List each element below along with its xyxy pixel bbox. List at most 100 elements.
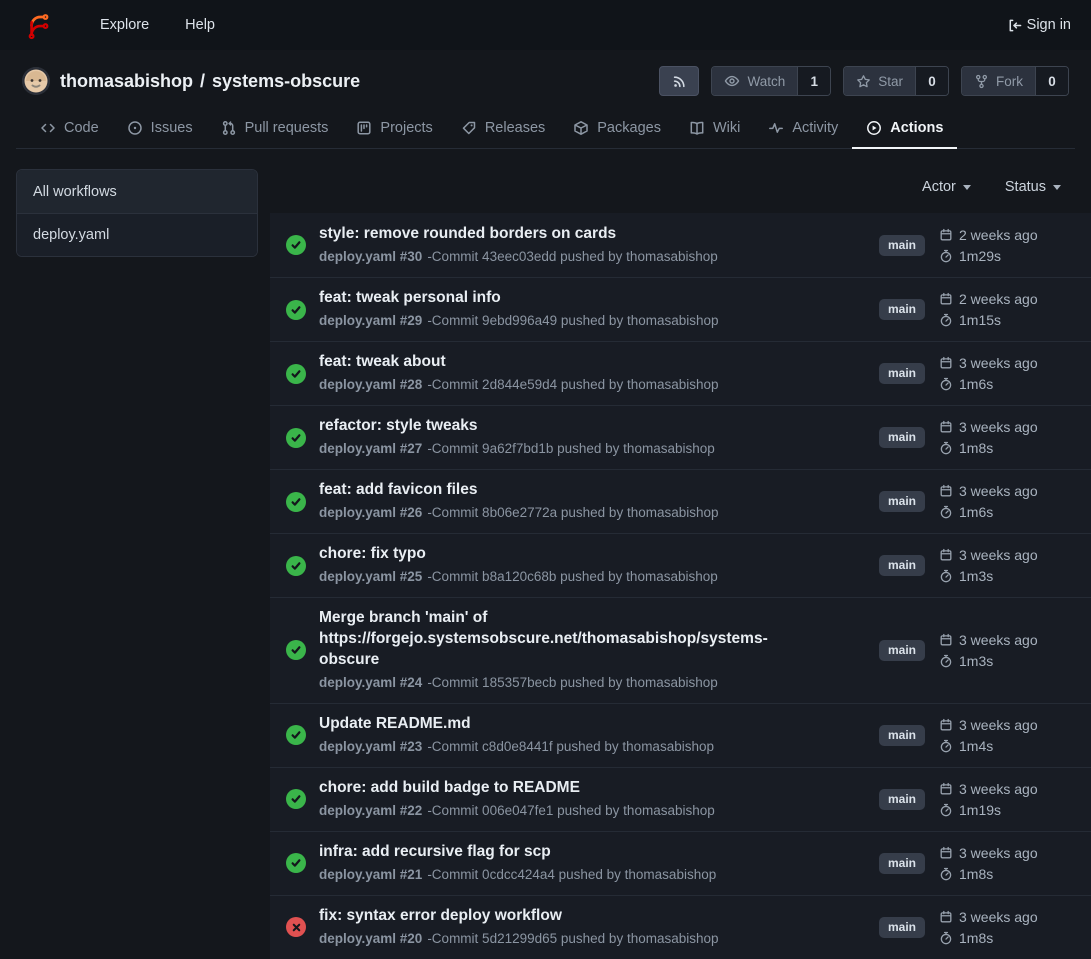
run-title-link[interactable]: Merge branch 'main' of https://forgejo.s… — [319, 608, 809, 671]
run-meta: 3 weeks ago 1m6s — [939, 483, 1075, 520]
tab-wiki[interactable]: Wiki — [675, 110, 754, 149]
run-meta: 3 weeks ago 1m3s — [939, 632, 1075, 669]
tab-actions[interactable]: Actions — [852, 110, 957, 149]
actor-filter-label: Actor — [922, 179, 956, 195]
repo-name-link[interactable]: systems-obscure — [212, 71, 360, 92]
run-title-link[interactable]: feat: tweak about — [319, 352, 809, 373]
run-row: chore: fix typo deploy.yaml #25-Commit b… — [270, 533, 1091, 597]
repo-header: thomasabishop / systems-obscure — [0, 50, 1091, 149]
run-commit-text: -Commit 43eec03edd pushed by thomasabish… — [427, 249, 717, 264]
tab-packages-label: Packages — [597, 120, 661, 136]
watch-button[interactable]: Watch — [712, 67, 797, 95]
calendar-icon — [939, 633, 953, 647]
branch-badge[interactable]: main — [879, 427, 925, 448]
forgejo-logo-icon[interactable] — [22, 9, 54, 41]
run-date-line: 3 weeks ago — [939, 483, 1075, 499]
code-icon — [40, 120, 56, 136]
branch-badge[interactable]: main — [879, 853, 925, 874]
branch-badge[interactable]: main — [879, 789, 925, 810]
run-duration-line: 1m6s — [939, 504, 1075, 520]
rss-button[interactable] — [659, 66, 699, 96]
run-ref-link[interactable]: deploy.yaml #26 — [319, 505, 422, 520]
success-icon — [286, 235, 306, 255]
run-duration-line: 1m8s — [939, 440, 1075, 456]
fork-count[interactable]: 0 — [1035, 67, 1068, 95]
run-title-link[interactable]: feat: tweak personal info — [319, 288, 809, 309]
tab-projects[interactable]: Projects — [342, 110, 446, 149]
watch-count[interactable]: 1 — [797, 67, 830, 95]
run-subtitle: deploy.yaml #23-Commit c8d0e8441f pushed… — [319, 738, 859, 757]
tab-packages[interactable]: Packages — [559, 110, 675, 149]
run-ref-link[interactable]: deploy.yaml #27 — [319, 441, 422, 456]
run-duration: 1m6s — [959, 504, 993, 520]
workflow-sidebar: All workflows deploy.yaml — [16, 169, 258, 257]
branch-badge[interactable]: main — [879, 725, 925, 746]
chevron-down-icon — [963, 185, 971, 190]
repo-owner-link[interactable]: thomasabishop — [60, 71, 193, 92]
star-button[interactable]: Star — [844, 67, 915, 95]
nav-link-explore[interactable]: Explore — [82, 17, 167, 33]
run-ref-link[interactable]: deploy.yaml #25 — [319, 569, 422, 584]
stopwatch-icon — [939, 931, 953, 945]
project-board-icon — [356, 120, 372, 136]
tab-pull-requests[interactable]: Pull requests — [207, 110, 343, 149]
pull-request-icon — [221, 120, 237, 136]
run-duration-line: 1m3s — [939, 653, 1075, 669]
run-ref-link[interactable]: deploy.yaml #29 — [319, 313, 422, 328]
branch-badge[interactable]: main — [879, 235, 925, 256]
run-duration: 1m29s — [959, 248, 1001, 264]
run-title-link[interactable]: fix: syntax error deploy workflow — [319, 906, 809, 927]
fork-button[interactable]: Fork — [962, 67, 1035, 95]
fork-label: Fork — [996, 74, 1023, 89]
tab-code[interactable]: Code — [26, 110, 113, 149]
run-meta: 3 weeks ago 1m19s — [939, 781, 1075, 818]
rss-icon — [672, 74, 687, 89]
run-date-line: 3 weeks ago — [939, 909, 1075, 925]
branch-badge[interactable]: main — [879, 640, 925, 661]
repo-action-buttons: Watch 1 Star 0 — [659, 66, 1069, 96]
run-ref-link[interactable]: deploy.yaml #22 — [319, 803, 422, 818]
run-ref-link[interactable]: deploy.yaml #20 — [319, 931, 422, 946]
run-ref-link[interactable]: deploy.yaml #21 — [319, 867, 422, 882]
run-ref-link[interactable]: deploy.yaml #24 — [319, 675, 422, 690]
run-title-link[interactable]: chore: fix typo — [319, 544, 809, 565]
tab-issues-label: Issues — [151, 120, 193, 136]
run-ref-link[interactable]: deploy.yaml #28 — [319, 377, 422, 392]
run-duration-line: 1m4s — [939, 738, 1075, 754]
run-title-link[interactable]: feat: add favicon files — [319, 480, 809, 501]
branch-badge[interactable]: main — [879, 299, 925, 320]
run-title-link[interactable]: style: remove rounded borders on cards — [319, 224, 809, 245]
run-ref-link[interactable]: deploy.yaml #30 — [319, 249, 422, 264]
actor-filter-dropdown[interactable]: Actor — [922, 179, 971, 195]
tab-releases[interactable]: Releases — [447, 110, 559, 149]
sign-in-button[interactable]: Sign in — [1007, 17, 1071, 33]
run-date: 3 weeks ago — [959, 419, 1038, 435]
sidebar-item-deploy-yaml[interactable]: deploy.yaml — [17, 213, 257, 256]
stopwatch-icon — [939, 654, 953, 668]
run-title-link[interactable]: infra: add recursive flag for scp — [319, 842, 809, 863]
run-duration: 1m8s — [959, 440, 993, 456]
star-count[interactable]: 0 — [915, 67, 948, 95]
branch-badge[interactable]: main — [879, 363, 925, 384]
nav-link-help[interactable]: Help — [167, 17, 233, 33]
run-title-link[interactable]: Update README.md — [319, 714, 809, 735]
success-icon — [286, 725, 306, 745]
branch-badge[interactable]: main — [879, 555, 925, 576]
run-date-line: 2 weeks ago — [939, 227, 1075, 243]
branch-badge[interactable]: main — [879, 917, 925, 938]
branch-badge[interactable]: main — [879, 491, 925, 512]
run-title-link[interactable]: chore: add build badge to README — [319, 778, 809, 799]
tab-issues[interactable]: Issues — [113, 110, 207, 149]
sidebar-item-all-workflows[interactable]: All workflows — [17, 170, 257, 213]
run-title-link[interactable]: refactor: style tweaks — [319, 416, 809, 437]
status-filter-dropdown[interactable]: Status — [1005, 179, 1061, 195]
run-summary: infra: add recursive flag for scp deploy… — [319, 842, 879, 885]
run-ref-link[interactable]: deploy.yaml #23 — [319, 739, 422, 754]
run-date-line: 3 weeks ago — [939, 547, 1075, 563]
tab-activity[interactable]: Activity — [754, 110, 852, 149]
calendar-icon — [939, 910, 953, 924]
run-meta: 3 weeks ago 1m3s — [939, 547, 1075, 584]
success-icon — [286, 853, 306, 873]
repo-breadcrumb: thomasabishop / systems-obscure — [60, 71, 360, 92]
run-subtitle: deploy.yaml #29-Commit 9ebd996a49 pushed… — [319, 312, 859, 331]
